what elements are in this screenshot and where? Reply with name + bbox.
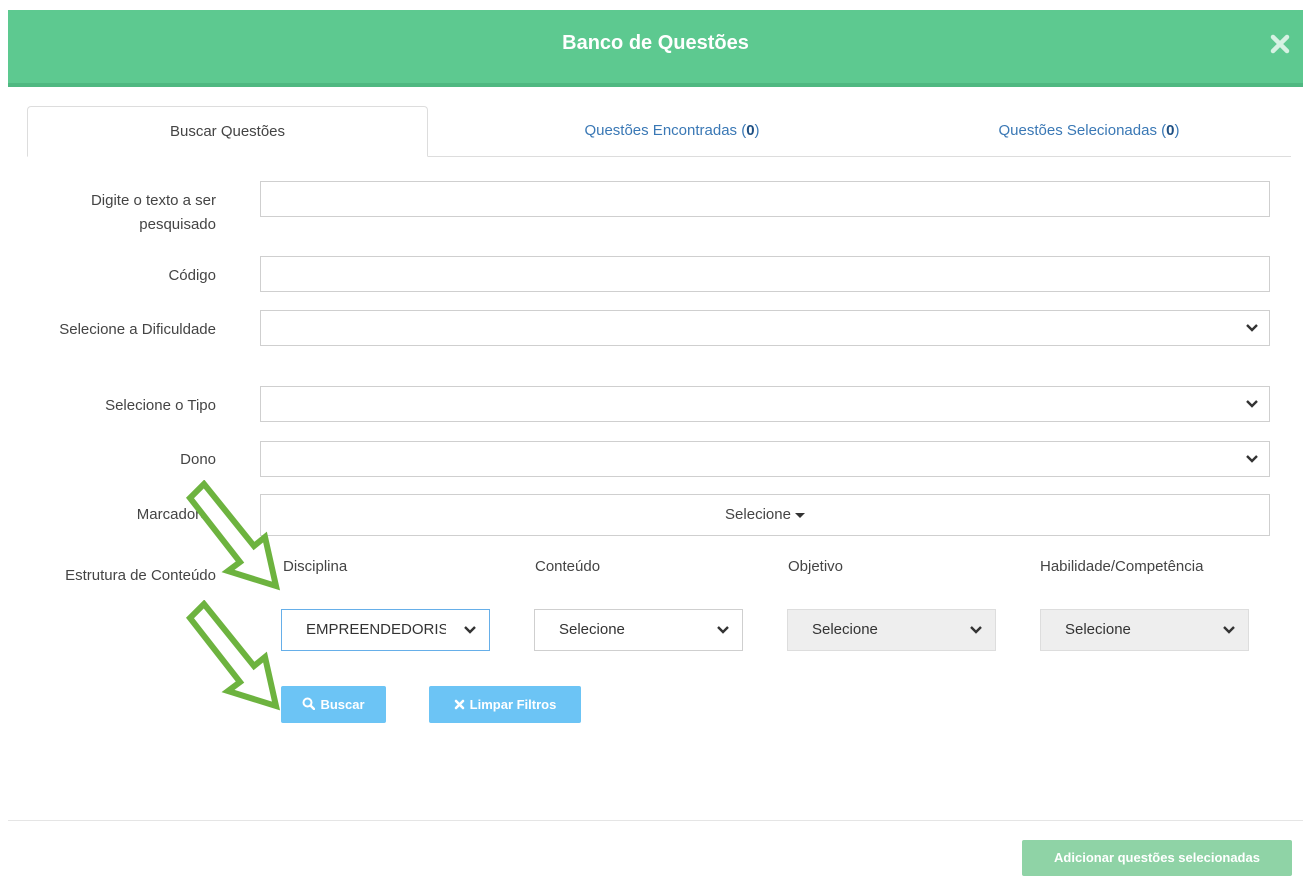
search-icon	[302, 687, 316, 724]
structure-label: Estrutura de Conteúdo	[65, 567, 216, 584]
content-label: Conteúdo	[535, 558, 601, 575]
tab-label: Buscar Questões	[169, 123, 286, 140]
chevron-down-icon	[1245, 453, 1259, 465]
chevron-down-icon	[1222, 624, 1236, 636]
skill-label: Habilidade/Competência	[1040, 558, 1204, 575]
times-icon	[454, 687, 465, 724]
tab-label: Questões Selecionadas (	[998, 122, 1167, 139]
caret-down-icon	[794, 512, 805, 518]
objective-value: Selecione	[812, 621, 878, 638]
footer-divider	[8, 820, 1303, 821]
tab-paren: )	[754, 122, 760, 139]
skill-value: Selecione	[1065, 621, 1131, 638]
tab-buscar-questoes[interactable]: Buscar Questões	[27, 106, 428, 157]
annotation-arrow-icon	[186, 600, 281, 711]
discipline-value: EMPREENDEDORISMO	[306, 621, 446, 638]
objective-label: Objetivo	[788, 558, 844, 575]
discipline-select[interactable]: EMPREENDEDORISMO	[281, 609, 490, 651]
markers-value: Selecione	[725, 506, 791, 523]
clear-filters-label: Limpar Filtros	[469, 697, 557, 712]
search-button[interactable]: Buscar	[281, 686, 386, 723]
difficulty-select[interactable]	[260, 310, 1270, 346]
difficulty-label: Selecione a Dificuldade	[59, 321, 216, 338]
owner-label: Dono	[180, 451, 216, 468]
tab-questoes-selecionadas[interactable]: Questões Selecionadas (0)	[887, 106, 1291, 157]
found-count: 0	[746, 122, 755, 139]
content-value: Selecione	[559, 621, 625, 638]
chevron-down-icon	[716, 624, 730, 636]
markers-multiselect[interactable]: Selecione	[260, 494, 1270, 536]
add-selected-questions-button[interactable]: Adicionar questões selecionadas	[1022, 840, 1292, 876]
code-input[interactable]	[260, 256, 1270, 292]
skill-select[interactable]: Selecione	[1040, 609, 1249, 651]
text-search-label: Digite o texto a ser pesquisado	[90, 192, 216, 233]
chevron-down-icon	[969, 624, 983, 636]
chevron-down-icon	[1245, 398, 1259, 410]
markers-label: Marcadores	[136, 506, 216, 523]
tab-label: Questões Encontradas (	[584, 122, 747, 139]
content-select[interactable]: Selecione	[534, 609, 743, 651]
modal-header: Banco de Questões	[8, 10, 1303, 87]
chevron-down-icon	[463, 624, 477, 636]
add-selected-label: Adicionar questões selecionadas	[1054, 850, 1260, 865]
clear-filters-button[interactable]: Limpar Filtros	[429, 686, 581, 723]
type-label: Selecione o Tipo	[105, 397, 216, 414]
tab-bar: Buscar Questões Questões Encontradas (0)…	[27, 106, 1291, 157]
owner-select[interactable]	[260, 441, 1270, 477]
discipline-label: Disciplina	[283, 558, 348, 575]
close-icon[interactable]	[1267, 31, 1293, 57]
search-button-label: Buscar	[320, 697, 365, 712]
objective-select[interactable]: Selecione	[787, 609, 996, 651]
modal-title: Banco de Questões	[562, 32, 749, 54]
chevron-down-icon	[1245, 322, 1259, 334]
tab-questoes-encontradas[interactable]: Questões Encontradas (0)	[457, 106, 887, 157]
tab-paren: )	[1174, 122, 1180, 139]
code-label: Código	[168, 267, 216, 284]
text-search-input[interactable]	[260, 181, 1270, 217]
type-select[interactable]	[260, 386, 1270, 422]
